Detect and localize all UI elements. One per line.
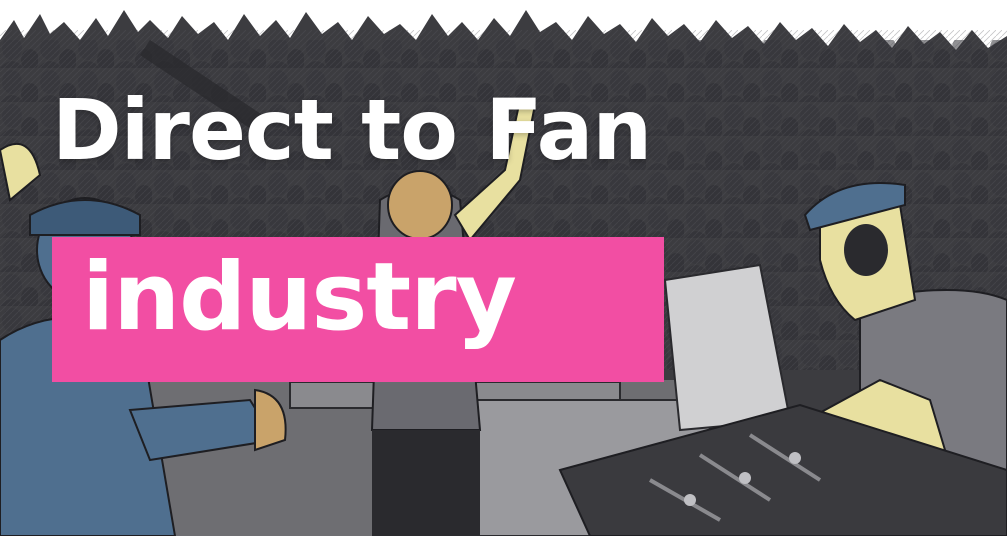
headline: Direct to Fan: [52, 81, 652, 179]
tag-highlight: industry: [52, 237, 664, 382]
tag-label: industry: [82, 243, 517, 352]
banner: Direct to Fan industry: [0, 0, 1007, 536]
